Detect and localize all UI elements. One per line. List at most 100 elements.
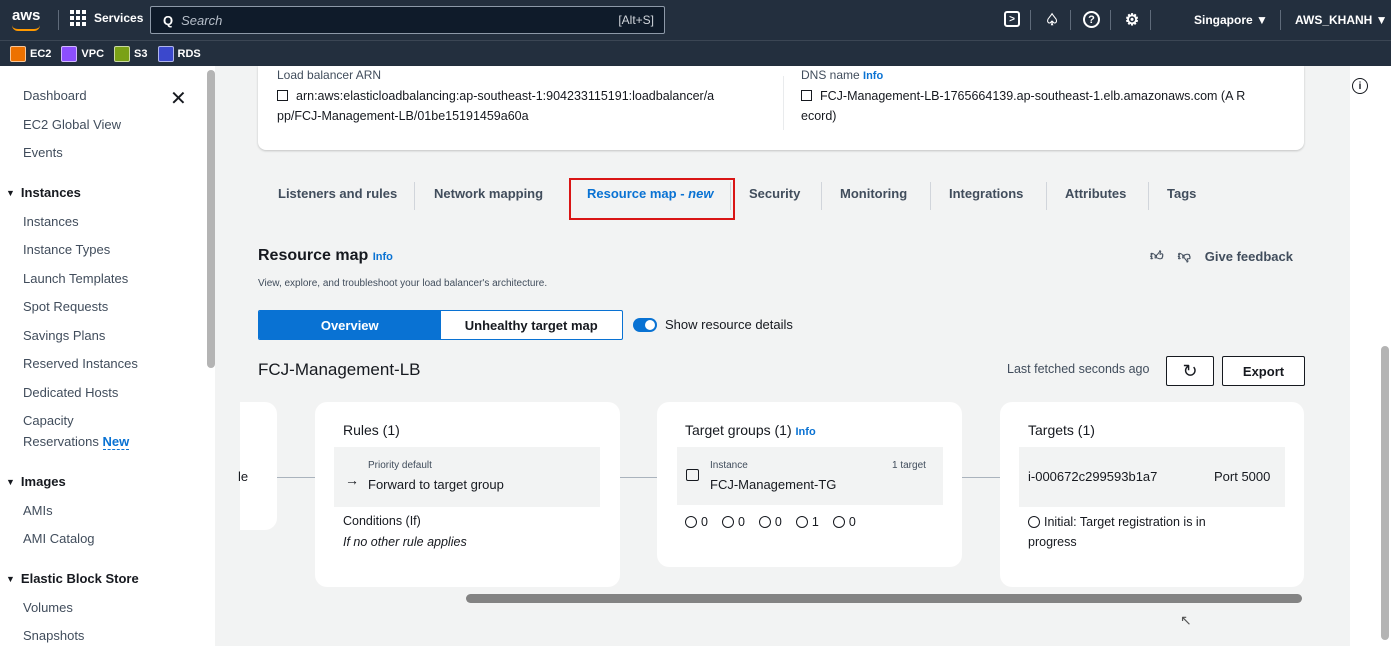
- sidebar-item-reservations[interactable]: Reservations New: [23, 434, 130, 450]
- aws-smile-icon: [12, 25, 40, 31]
- sidebar-item-launch-templates[interactable]: Launch Templates: [23, 271, 128, 286]
- listener-node-partial[interactable]: [240, 402, 277, 530]
- dns-label: DNS name Info: [801, 68, 884, 82]
- tab-divider: [821, 182, 822, 210]
- draining-count: 0: [832, 514, 856, 529]
- target-group-type: Instance: [710, 460, 748, 471]
- arn-value: arn:aws:elasticloadbalancing:ap-southeas…: [277, 89, 715, 123]
- sidebar-item-instances[interactable]: Instances: [23, 214, 79, 229]
- target-port: Port 5000: [1214, 469, 1271, 484]
- target-status: Initial: Target registration is in: [1028, 514, 1206, 529]
- sidebar-section-images[interactable]: Images: [6, 474, 66, 489]
- divider: [58, 10, 59, 30]
- export-button[interactable]: Export: [1222, 356, 1305, 386]
- give-feedback-link[interactable]: Give feedback: [1205, 249, 1293, 264]
- target-groups-info-link[interactable]: Info: [796, 426, 816, 438]
- arn-label: Load balancer ARN: [277, 68, 382, 82]
- settings-gear-icon[interactable]: ⚙: [1123, 11, 1141, 29]
- dns-value: FCJ-Management-LB-1765664139.ap-southeas…: [801, 89, 1246, 123]
- rule-conditions-label: Conditions (If): [343, 514, 421, 528]
- rds-icon: [157, 45, 174, 62]
- refresh-button[interactable]: ↻: [1166, 356, 1214, 386]
- copy-icon[interactable]: [801, 90, 812, 101]
- favorite-rds[interactable]: RDS: [157, 45, 201, 62]
- tab-listeners-and-rules[interactable]: Listeners and rules: [278, 186, 397, 201]
- tab-divider: [414, 182, 415, 210]
- tab-divider: [1046, 182, 1047, 210]
- favorites-bar: EC2 VPC S3 RDS: [0, 40, 1391, 66]
- tab-divider: [1148, 182, 1149, 210]
- tab-monitoring[interactable]: Monitoring: [840, 186, 907, 201]
- sidebar-item-dedicated-hosts[interactable]: Dedicated Hosts: [23, 385, 118, 400]
- sidebar-section-instances[interactable]: Instances: [6, 185, 81, 200]
- sidebar-scrollbar[interactable]: [207, 70, 215, 368]
- cloudshell-icon[interactable]: >: [1004, 11, 1020, 27]
- tab-network-mapping[interactable]: Network mapping: [434, 186, 543, 201]
- vpc-icon: [61, 45, 78, 62]
- divider: [1030, 10, 1031, 30]
- sidebar-item-ami-catalog[interactable]: AMI Catalog: [23, 531, 95, 546]
- sidebar-item-ec2-global-view[interactable]: EC2 Global View: [23, 117, 121, 132]
- sidebar-item-events[interactable]: Events: [23, 145, 63, 160]
- rule-conditions-value: If no other rule applies: [343, 535, 467, 549]
- clock-icon: [795, 516, 808, 528]
- help-icon[interactable]: ?: [1083, 11, 1100, 28]
- info-panel-icon[interactable]: i: [1352, 78, 1368, 94]
- minus-circle-icon: [832, 516, 845, 528]
- favorite-vpc[interactable]: VPC: [61, 45, 104, 62]
- tab-attributes[interactable]: Attributes: [1065, 186, 1126, 201]
- target-group-item[interactable]: [677, 447, 943, 505]
- resource-map-title: Resource map Info: [258, 247, 393, 264]
- aws-logo[interactable]: aws: [8, 4, 52, 36]
- close-icon[interactable]: ✕: [170, 86, 187, 111]
- unused-count: 0: [758, 514, 782, 529]
- search-input[interactable]: Q Search [Alt+S]: [150, 6, 665, 34]
- notifications-bell-icon[interactable]: ♤: [1043, 11, 1061, 29]
- copy-icon[interactable]: [277, 90, 288, 101]
- segment-overview[interactable]: Overview: [259, 311, 441, 339]
- top-navigation-bar: aws Services Q Search [Alt+S] > ♤ ? ⚙ Si…: [0, 0, 1391, 40]
- target-health-counts: 0 0 0 1 0: [685, 514, 856, 529]
- tab-tags[interactable]: Tags: [1167, 186, 1196, 201]
- feedback-area: 👍︎ 👎︎ Give feedback: [1150, 248, 1293, 264]
- healthy-count: 0: [685, 514, 708, 529]
- divider: [1280, 10, 1281, 30]
- favorite-ec2[interactable]: EC2: [10, 45, 51, 62]
- search-placeholder: Search: [181, 12, 223, 28]
- services-label: Services: [94, 11, 144, 25]
- divider: [783, 76, 784, 130]
- sidebar-item-dashboard[interactable]: Dashboard: [23, 88, 87, 103]
- sidebar-section-elastic-block-store[interactable]: Elastic Block Store: [6, 571, 139, 586]
- dns-info-link[interactable]: Info: [863, 70, 883, 82]
- thumbs-down-icon[interactable]: 👎︎: [1178, 248, 1191, 264]
- region-selector[interactable]: Singapore ▼: [1194, 13, 1268, 27]
- sidebar-item-amis[interactable]: AMIs: [23, 503, 53, 518]
- show-resource-details-toggle[interactable]: [633, 318, 657, 332]
- sidebar-item-capacity[interactable]: Capacity: [23, 413, 74, 428]
- resource-map-horizontal-scrollbar[interactable]: [466, 594, 1302, 603]
- thumbs-up-icon[interactable]: 👍︎: [1150, 248, 1164, 264]
- sidebar-item-savings-plans[interactable]: Savings Plans: [23, 328, 105, 343]
- resource-map-info-link[interactable]: Info: [373, 251, 393, 263]
- tab-integrations[interactable]: Integrations: [949, 186, 1023, 201]
- view-segmented-control: Overview Unhealthy target map: [258, 310, 623, 340]
- tab-security[interactable]: Security: [749, 186, 800, 201]
- favorite-s3[interactable]: S3: [114, 45, 148, 62]
- sidebar-item-instance-types[interactable]: Instance Types: [23, 242, 110, 257]
- initial-count: 1: [795, 514, 819, 529]
- segment-unhealthy-target-map[interactable]: Unhealthy target map: [441, 311, 623, 339]
- services-menu-button[interactable]: Services: [70, 10, 143, 26]
- resource-map-description: View, explore, and troubleshoot your loa…: [258, 278, 548, 289]
- listener-partial-text: le: [238, 469, 249, 484]
- sidebar-item-volumes[interactable]: Volumes: [23, 600, 73, 615]
- target-status-line2: progress: [1028, 535, 1077, 549]
- sidebar-item-snapshots[interactable]: Snapshots: [23, 628, 84, 643]
- sidebar-item-reserved-instances[interactable]: Reserved Instances: [23, 356, 138, 371]
- account-menu[interactable]: AWS_KHANH ▼: [1295, 13, 1388, 27]
- new-badge: New: [102, 434, 130, 450]
- rule-priority: Priority default: [368, 460, 432, 471]
- sidebar: ✕ Dashboard EC2 Global View Events Insta…: [0, 66, 205, 646]
- clock-icon: [1028, 516, 1040, 528]
- main-scrollbar[interactable]: [1381, 346, 1389, 640]
- sidebar-item-spot-requests[interactable]: Spot Requests: [23, 299, 108, 314]
